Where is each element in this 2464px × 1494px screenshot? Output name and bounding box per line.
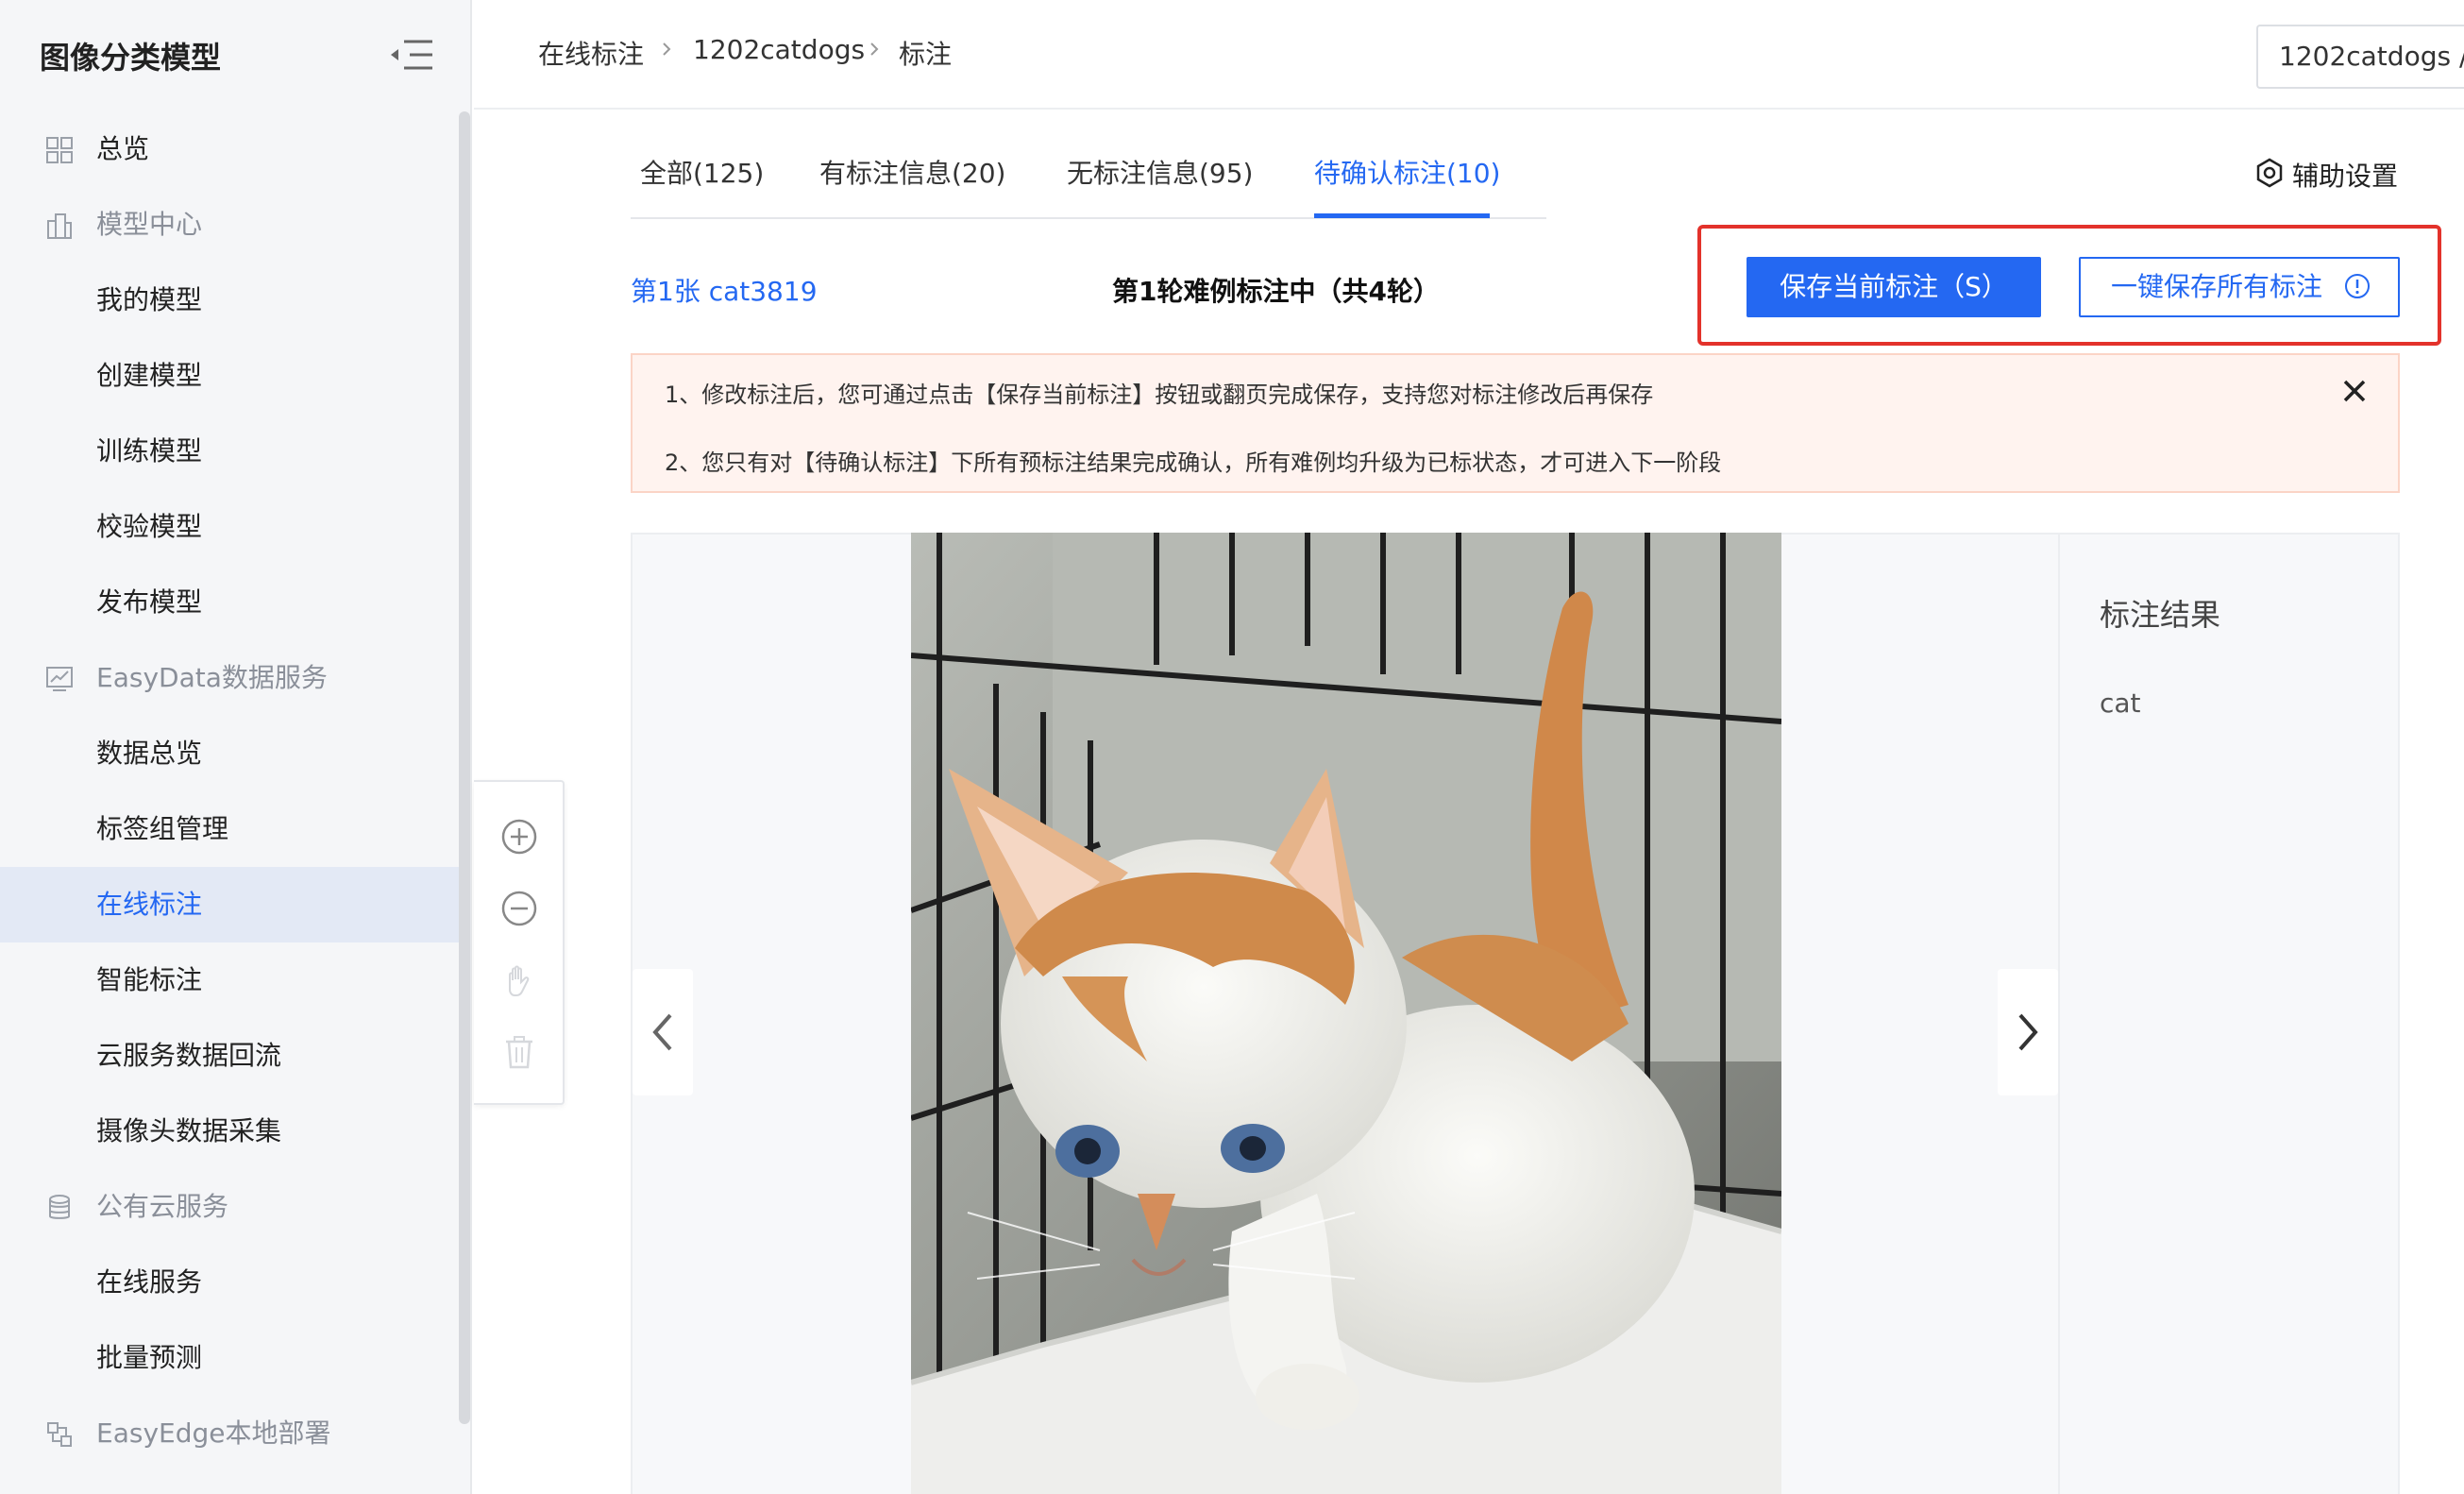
sidebar-scrollbar[interactable] bbox=[459, 111, 470, 1424]
canvas-toolbox bbox=[474, 780, 565, 1105]
sidebar-group-easydata[interactable]: EasyData数据服务 bbox=[0, 640, 461, 716]
sidebar-group-label: EasyData数据服务 bbox=[96, 662, 328, 693]
sidebar-group-label: 公有云服务 bbox=[96, 1191, 229, 1222]
tab-annotated[interactable]: 有标注信息(20) bbox=[819, 153, 1005, 191]
sidebar-title: 图像分类模型 bbox=[40, 40, 222, 76]
save-all-label: 一键保存所有标注 bbox=[2111, 271, 2323, 302]
tab-unannotated[interactable]: 无标注信息(95) bbox=[1067, 153, 1253, 191]
building-icon bbox=[47, 213, 72, 239]
sidebar: 图像分类模型 总览 模型中心 我的模型 创建模型 训练模型 校验模型 发布模型 … bbox=[0, 0, 472, 1494]
info-icon[interactable] bbox=[2343, 272, 2371, 300]
sidebar-item-label: 标签组管理 bbox=[96, 813, 229, 844]
kitten-photo bbox=[911, 533, 1781, 1494]
sidebar-item-label: 训练模型 bbox=[96, 435, 203, 467]
settings-hexagon-icon bbox=[2256, 158, 2283, 188]
chevron-right-icon bbox=[663, 42, 671, 56]
sidebar-item-batch-predict[interactable]: 批量预测 bbox=[0, 1320, 461, 1396]
annotation-tabs: 全部(125) 有标注信息(20) 无标注信息(95) 待确认标注(10) bbox=[631, 142, 1546, 219]
breadcrumb-online-annotation[interactable]: 在线标注 bbox=[538, 34, 644, 72]
sidebar-item-train-model[interactable]: 训练模型 bbox=[0, 414, 461, 489]
sidebar-group-label: 模型中心 bbox=[96, 209, 203, 240]
breadcrumb-current: 标注 bbox=[899, 39, 953, 70]
tab-all[interactable]: 全部(125) bbox=[640, 153, 764, 191]
assist-settings-label: 辅助设置 bbox=[2292, 161, 2399, 192]
save-current-button[interactable]: 保存当前标注（S） bbox=[1747, 257, 2041, 317]
sidebar-item-label: 总览 bbox=[96, 133, 150, 164]
sidebar-item-camera-collection[interactable]: 摄像头数据采集 bbox=[0, 1094, 461, 1169]
top-bar: 在线标注 1202catdogs 标注 bbox=[474, 0, 2464, 110]
sidebar-item-label: 在线标注 bbox=[96, 889, 203, 920]
result-title: 标注结果 bbox=[2100, 597, 2221, 633]
database-icon bbox=[49, 1195, 70, 1219]
sidebar-nav: 总览 模型中心 我的模型 创建模型 训练模型 校验模型 发布模型 EasyDat… bbox=[0, 111, 461, 1471]
notice-banner: 1、修改标注后，您可通过点击【保存当前标注】按钮或翻页完成保存，支持您对标注修改… bbox=[631, 353, 2400, 493]
collapse-sidebar-icon[interactable] bbox=[389, 38, 434, 72]
zoom-out-icon[interactable] bbox=[500, 890, 538, 927]
result-label-value[interactable]: cat bbox=[2100, 688, 2141, 719]
next-image-button[interactable] bbox=[1998, 969, 2058, 1095]
chevron-left-icon bbox=[652, 1013, 672, 1051]
tab-pending-confirm[interactable]: 待确认标注(10) bbox=[1314, 153, 1500, 191]
annotation-image[interactable] bbox=[911, 533, 1781, 1494]
sidebar-item-online-annotation[interactable]: 在线标注 bbox=[0, 867, 461, 942]
sidebar-group-label: EasyEdge本地部署 bbox=[96, 1418, 331, 1449]
sidebar-item-label: 创建模型 bbox=[96, 360, 203, 391]
sidebar-item-cloud-data-reflow[interactable]: 云服务数据回流 bbox=[0, 1018, 461, 1094]
sidebar-item-label: 发布模型 bbox=[96, 586, 203, 618]
trash-icon[interactable] bbox=[500, 1033, 538, 1071]
previous-image-button[interactable] bbox=[633, 969, 693, 1095]
sidebar-item-my-models[interactable]: 我的模型 bbox=[0, 263, 461, 338]
active-tab-indicator bbox=[1314, 213, 1490, 218]
sidebar-item-data-overview[interactable]: 数据总览 bbox=[0, 716, 461, 791]
annotation-result-panel: 标注结果 cat bbox=[2058, 535, 2398, 1494]
sidebar-group-model-center[interactable]: 模型中心 bbox=[0, 187, 461, 263]
breadcrumb-dataset[interactable]: 1202catdogs bbox=[693, 34, 865, 65]
sidebar-item-label: 智能标注 bbox=[96, 964, 203, 995]
sidebar-item-create-model[interactable]: 创建模型 bbox=[0, 338, 461, 414]
chevron-right-icon bbox=[2018, 1013, 2038, 1051]
sidebar-item-smart-annotation[interactable]: 智能标注 bbox=[0, 942, 461, 1018]
sidebar-item-label: 我的模型 bbox=[96, 284, 203, 315]
notice-line-1: 1、修改标注后，您可通过点击【保存当前标注】按钮或翻页完成保存，支持您对标注修改… bbox=[665, 382, 1654, 408]
hand-pan-icon[interactable] bbox=[500, 961, 538, 999]
chart-board-icon bbox=[46, 667, 73, 691]
sidebar-item-validate-model[interactable]: 校验模型 bbox=[0, 489, 461, 565]
zoom-in-icon[interactable] bbox=[500, 818, 538, 856]
save-all-button[interactable]: 一键保存所有标注 bbox=[2079, 257, 2400, 317]
dashboard-grid-icon bbox=[46, 137, 73, 163]
sidebar-item-label: 摄像头数据采集 bbox=[96, 1115, 282, 1146]
sidebar-item-label: 云服务数据回流 bbox=[96, 1040, 282, 1071]
sidebar-group-public-cloud[interactable]: 公有云服务 bbox=[0, 1169, 461, 1245]
sidebar-item-label: 校验模型 bbox=[96, 511, 203, 542]
notice-line-2: 2、您只有对【待确认标注】下所有预标注结果完成确认，所有难例均升级为已标状态，才… bbox=[665, 450, 1722, 476]
edge-deploy-icon bbox=[47, 1422, 72, 1447]
sidebar-item-label-groups[interactable]: 标签组管理 bbox=[0, 791, 461, 867]
sidebar-item-label: 批量预测 bbox=[96, 1342, 203, 1373]
sidebar-item-label: 在线服务 bbox=[96, 1266, 203, 1298]
sidebar-group-easyedge[interactable]: EasyEdge本地部署 bbox=[0, 1396, 461, 1471]
sidebar-header: 图像分类模型 bbox=[0, 0, 472, 109]
round-title: 第1轮难例标注中（共4轮） bbox=[1112, 276, 1440, 307]
project-selector[interactable]: 1202catdogs / bbox=[2256, 25, 2464, 89]
sidebar-item-online-service[interactable]: 在线服务 bbox=[0, 1245, 461, 1320]
close-icon[interactable] bbox=[2339, 376, 2370, 406]
sidebar-item-publish-model[interactable]: 发布模型 bbox=[0, 565, 461, 640]
image-index-label: 第1张 cat3819 bbox=[631, 276, 818, 307]
chevron-right-icon bbox=[870, 42, 879, 56]
sidebar-item-overview[interactable]: 总览 bbox=[0, 111, 461, 187]
sidebar-item-label: 数据总览 bbox=[96, 738, 203, 769]
